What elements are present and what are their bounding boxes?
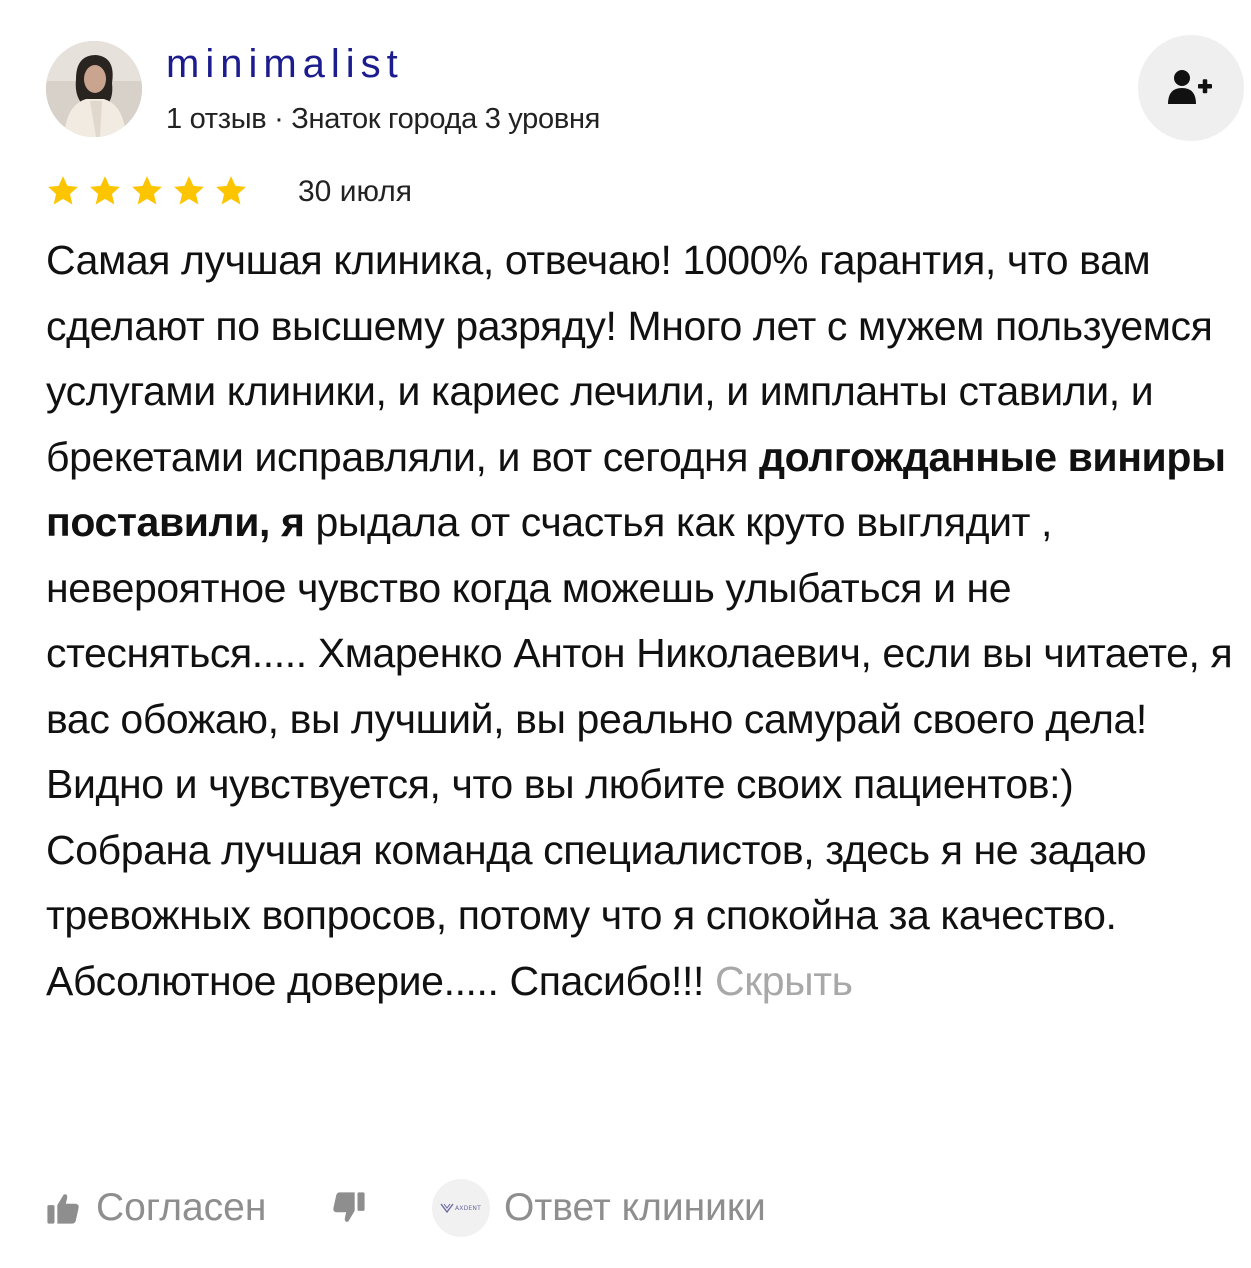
star-icon (48, 176, 78, 205)
clinic-reply-label: Ответ клиники (504, 1186, 766, 1229)
star-icon (174, 176, 204, 205)
thumbs-up-icon (47, 1194, 79, 1224)
star-icon (90, 176, 120, 205)
star-icon (132, 176, 162, 205)
subscribe-button[interactable] (1138, 35, 1244, 141)
review-date: 30 июля (298, 175, 413, 208)
review-card: minimalist 1 отзыв · Знаток города 3 уро… (0, 0, 1251, 1268)
dislike-button[interactable] (332, 1178, 366, 1238)
review-footer: Согласен AXDENT Ответ клиники (46, 1178, 1196, 1238)
rating-stars (46, 174, 248, 208)
review-text-part: рыдала от счастья как круто выглядит , н… (46, 499, 1233, 1004)
avatar[interactable] (46, 41, 142, 137)
add-user-icon (1168, 70, 1212, 104)
agree-label: Согласен (96, 1186, 267, 1229)
clinic-logo-text: AXDENT (455, 1205, 481, 1212)
hide-link[interactable]: Скрыть (715, 958, 853, 1004)
clinic-logo: AXDENT (432, 1179, 490, 1237)
clinic-reply-button[interactable]: AXDENT Ответ клиники (432, 1178, 766, 1238)
author-name[interactable]: minimalist (166, 40, 404, 88)
author-meta: 1 отзыв · Знаток города 3 уровня (166, 103, 601, 135)
clinic-logo-mark: AXDENT (440, 1203, 481, 1214)
star-icon (216, 176, 246, 205)
thumbs-down-icon (333, 1192, 365, 1222)
agree-button[interactable]: Согласен (46, 1178, 266, 1238)
review-text: Самая лучшая клиника, отвечаю! 1000% гар… (46, 228, 1246, 1014)
